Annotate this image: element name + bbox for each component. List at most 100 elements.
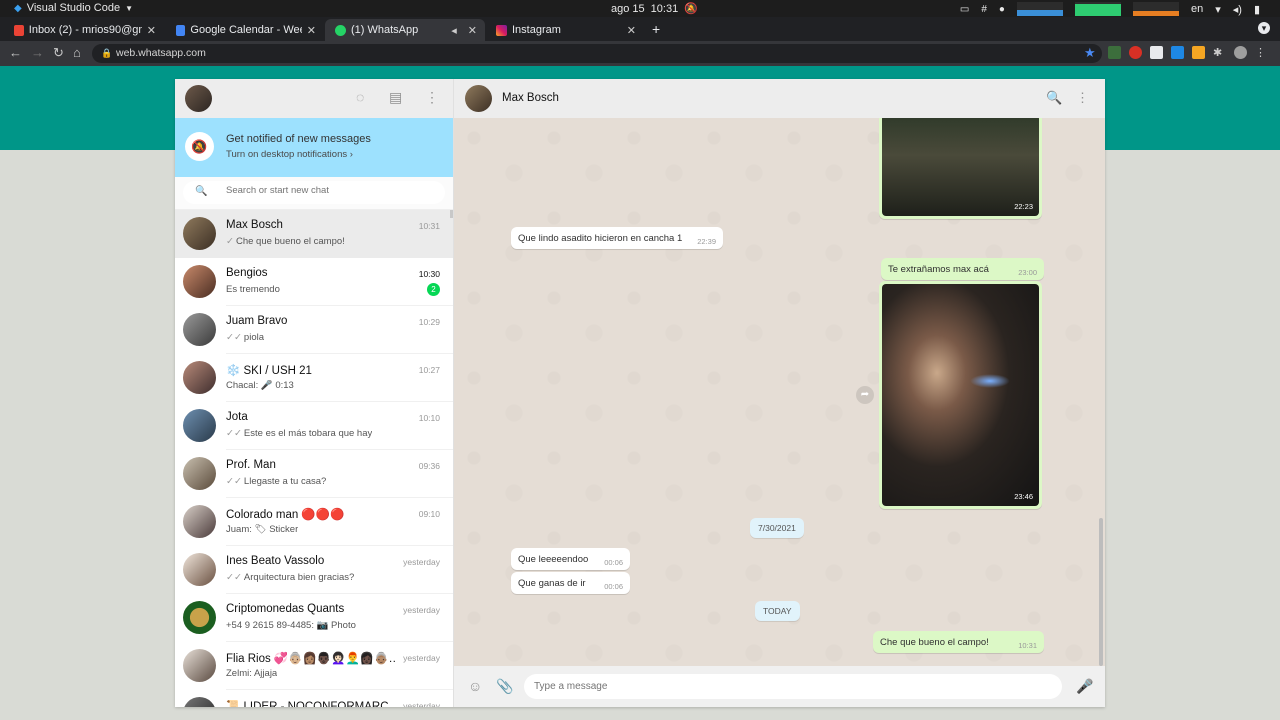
emoji-icon[interactable]: ☺: [468, 678, 482, 694]
my-avatar[interactable]: [185, 85, 212, 112]
bell-off-icon: 🔕: [684, 3, 698, 15]
notion-icon[interactable]: [1150, 46, 1163, 59]
url-text: web.whatsapp.com: [116, 47, 206, 59]
incoming-message[interactable]: Que lindo asadito hicieron en cancha 1 2…: [511, 227, 723, 249]
extension-icon[interactable]: [1192, 46, 1205, 59]
menu-icon[interactable]: ⋮: [425, 89, 439, 106]
attach-icon[interactable]: 📎: [496, 678, 513, 695]
back-icon[interactable]: ←: [9, 45, 22, 60]
chat-preview-text: piola: [243, 332, 264, 343]
browser-tab-strip: Inbox (2) - mrios90@gmai ✕ Google Calend…: [0, 17, 1280, 41]
chat-item-bengios[interactable]: Bengios 10:30 Es tremendo 2: [175, 258, 453, 306]
message-composer: ☺ 📎 🎤: [454, 666, 1105, 707]
tab-instagram[interactable]: Instagram ✕: [486, 19, 644, 41]
chat-item-flia-rios[interactable]: Flia Rios 💞👵🏼👩🏽👨🏿👩🏻‍🦱👨‍🦰👩🏿👵🏽… yesterday …: [175, 642, 453, 690]
message-time: 22:23: [1014, 202, 1033, 211]
extension-icon[interactable]: [1171, 46, 1184, 59]
bookmark-star-icon[interactable]: ★: [1084, 45, 1096, 61]
chat-name: Flia Rios 💞👵🏼👩🏽👨🏿👩🏻‍🦱👨‍🦰👩🏿👵🏽…: [226, 653, 396, 665]
tab-search-icon[interactable]: ▾: [1258, 22, 1270, 34]
search-input[interactable]: [226, 185, 426, 196]
avatar: [183, 313, 216, 346]
microphone-icon[interactable]: 🎤: [1076, 678, 1093, 695]
tab-label: Inbox (2) - mrios90@gmai: [28, 24, 142, 36]
chevron-down-icon: ▼: [125, 3, 133, 13]
chat-item-prof-man[interactable]: Prof. Man 09:36 ✓✓ Llegaste a tu casa?: [175, 450, 453, 498]
tab-gmail[interactable]: Inbox (2) - mrios90@gmai ✕: [4, 19, 164, 41]
incoming-message[interactable]: Que leeeeendoo 00:06: [511, 548, 630, 570]
menu-icon[interactable]: ⋮: [1076, 90, 1089, 106]
chat-item-colorado-man[interactable]: Colorado man 🔴🔴🔴 09:10 Juam: 🏷 Sticker: [175, 498, 453, 546]
search-icon[interactable]: 🔍: [1046, 90, 1062, 106]
chat-item-juam-bravo[interactable]: Juam Bravo 10:29 ✓✓ piola: [175, 306, 453, 354]
chat-item-jota[interactable]: Jota 10:10 ✓✓ Este es el más tobara que h…: [175, 402, 453, 450]
os-clock[interactable]: ago 15 10:31 🔕: [611, 2, 698, 16]
profile-avatar[interactable]: [1234, 46, 1247, 59]
chat-preview-text: Este es el más tobara que hay: [243, 428, 373, 439]
puzzle-icon[interactable]: ✱: [1213, 46, 1226, 59]
close-icon[interactable]: ✕: [627, 24, 636, 37]
reload-icon[interactable]: ↻: [53, 45, 64, 61]
discord-icon[interactable]: ●: [999, 4, 1005, 15]
extension-icon[interactable]: [1108, 46, 1121, 59]
message-time: 22:39: [697, 237, 716, 246]
message-input[interactable]: [524, 674, 1062, 699]
close-icon[interactable]: ✕: [307, 24, 316, 37]
lock-icon[interactable]: 🔒: [101, 44, 112, 63]
message-text: Che que bueno el campo!: [880, 637, 989, 648]
extension-icon[interactable]: [1129, 46, 1142, 59]
incoming-message[interactable]: Que ganas de ir 00:06: [511, 572, 630, 594]
chat-preview: ✓✓ Este es el más tobara que hay: [226, 428, 372, 439]
keyboard-lang[interactable]: en: [1191, 3, 1203, 15]
browser-menu-icon[interactable]: ⋮: [1255, 46, 1268, 59]
chat-name: Bengios: [226, 267, 268, 279]
close-icon[interactable]: ✕: [468, 24, 477, 37]
new-chat-icon[interactable]: ▤: [389, 89, 402, 106]
chat-time: 09:10: [418, 509, 440, 519]
conversation-panel: Max Bosch 🔍 ⋮ 22:23 Que lindo asadito hi…: [454, 79, 1105, 707]
message-scrollbar[interactable]: [1099, 518, 1103, 666]
conversation-header[interactable]: Max Bosch 🔍 ⋮: [454, 79, 1105, 118]
forward-icon[interactable]: ➦: [856, 386, 874, 404]
status-icon[interactable]: ◌: [356, 89, 364, 105]
gmail-icon: [14, 24, 24, 36]
tab-calendar[interactable]: Google Calendar - Week o ✕: [166, 19, 324, 41]
notification-link[interactable]: Turn on desktop notifications ›: [226, 149, 353, 160]
chat-item-lider[interactable]: 📜 LIDER - NOCONFORMARC yesterday: [175, 690, 453, 707]
home-icon[interactable]: ⌂: [73, 45, 81, 60]
chat-item-ski-ush[interactable]: ❄️ SKI / USH 21 10:27 Chacal: 🎤 0:13: [175, 354, 453, 402]
avatar: [183, 265, 216, 298]
avatar: [183, 361, 216, 394]
address-bar[interactable]: 🔒 web.whatsapp.com: [92, 44, 1102, 63]
close-icon[interactable]: ✕: [147, 24, 156, 37]
notification-banner[interactable]: 🔕 Get notified of new messages Turn on d…: [175, 118, 453, 177]
outgoing-message[interactable]: Che que bueno el campo! 10:31: [873, 631, 1044, 653]
forward-icon[interactable]: →: [31, 45, 44, 60]
volume-icon[interactable]: ◂): [1233, 3, 1242, 16]
battery-icon[interactable]: ▮: [1254, 3, 1260, 16]
chat-preview: ✓ Che que bueno el campo!: [226, 236, 345, 247]
photo-message[interactable]: 23:46: [879, 281, 1042, 509]
wifi-icon[interactable]: ▾: [1215, 3, 1221, 16]
contact-name[interactable]: Max Bosch: [502, 92, 559, 104]
double-check-icon: ✓✓: [226, 572, 242, 583]
os-active-app[interactable]: ◆ Visual Studio Code ▼: [14, 2, 133, 14]
sidebar-scrollbar[interactable]: [450, 210, 453, 218]
search-box[interactable]: 🔍: [183, 181, 445, 204]
new-tab-icon[interactable]: +: [652, 21, 660, 37]
avatar: [183, 217, 216, 250]
contact-avatar[interactable]: [465, 85, 492, 112]
tab-label: (1) WhatsApp: [351, 24, 419, 36]
mute-icon[interactable]: ◂: [451, 24, 457, 37]
chat-item-ines-beato[interactable]: Ines Beato Vassolo yesterday ✓✓ Arquitect…: [175, 546, 453, 594]
chat-item-criptomonedas[interactable]: Criptomonedas Quants yesterday +54 9 261…: [175, 594, 453, 642]
chat-preview: +54 9 2615 89-4485: 📷 Photo: [226, 620, 356, 631]
slack-icon[interactable]: #: [981, 4, 987, 15]
outgoing-message[interactable]: Te extrañamos max acá 23:00: [881, 258, 1044, 280]
photo-message[interactable]: 22:23: [879, 118, 1042, 219]
tab-whatsapp[interactable]: (1) WhatsApp ◂ ✕: [325, 19, 485, 41]
chat-name: Jota: [226, 411, 248, 423]
chat-time: yesterday: [403, 605, 440, 615]
chat-item-max-bosch[interactable]: Max Bosch 10:31 ✓ Che que bueno el campo!: [175, 210, 453, 258]
tray-icon[interactable]: ▭: [960, 4, 969, 15]
